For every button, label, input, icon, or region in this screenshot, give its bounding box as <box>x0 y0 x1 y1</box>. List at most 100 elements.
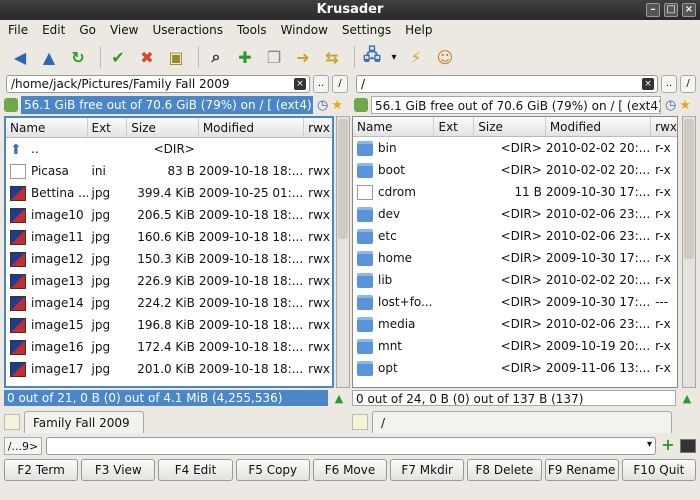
f6-move-button[interactable]: F6 Move <box>312 459 388 481</box>
drive-icon[interactable] <box>4 98 18 112</box>
move-files-icon[interactable]: ➜ <box>291 45 315 69</box>
table-row[interactable]: image12 jpg 150.3 KiB 2009-10-18 18:... rwx <box>6 248 332 270</box>
table-row[interactable]: etc <DIR> 2010-02-06 23:... r-x <box>353 225 677 247</box>
history-icon[interactable]: ◷ <box>665 98 676 113</box>
col-rwx[interactable]: rwx <box>304 118 332 137</box>
folder-icon <box>357 294 373 310</box>
new-tab-icon[interactable] <box>352 414 368 430</box>
table-row[interactable]: image15 jpg 196.8 KiB 2009-10-18 18:... rwx <box>6 314 332 336</box>
f8-delete-button[interactable]: F8 Delete <box>467 459 542 481</box>
left-tab[interactable]: Family Fall 2009 <box>24 411 144 433</box>
left-totals-icon[interactable]: ▲ <box>332 392 346 406</box>
sync-icon[interactable]: ⇆ <box>320 45 344 69</box>
right-tab[interactable]: / <box>372 411 672 433</box>
table-row[interactable]: ⬆.. <DIR> <box>6 138 332 160</box>
left-path-input[interactable]: /home/jack/Pictures/Family Fall 2009 × <box>6 75 310 93</box>
file-name: image14 <box>31 296 84 310</box>
minimize-button[interactable]: – <box>646 3 660 17</box>
col-size[interactable]: Size <box>474 117 546 136</box>
f2-term-button[interactable]: F2 Term <box>4 459 79 481</box>
table-row[interactable]: cdrom 11 B 2009-10-30 17:... r-x <box>353 181 677 203</box>
col-ext[interactable]: Ext <box>434 117 475 136</box>
maximize-button[interactable]: □ <box>664 3 678 17</box>
f9-rename-button[interactable]: F9 Rename <box>544 459 619 481</box>
col-rwx[interactable]: rwx <box>651 117 677 136</box>
menu-edit[interactable]: Edit <box>42 23 65 37</box>
f5-copy-button[interactable]: F5 Copy <box>235 459 310 481</box>
user-icon[interactable]: ☺ <box>433 45 457 69</box>
right-scrollbar[interactable] <box>682 116 696 388</box>
left-history-button[interactable]: .. <box>313 75 329 93</box>
clear-icon[interactable]: × <box>294 78 306 90</box>
menu-help[interactable]: Help <box>405 23 432 37</box>
clipboard-icon[interactable]: ▣ <box>164 45 188 69</box>
terminal-icon[interactable] <box>680 439 696 453</box>
refresh-icon[interactable]: ↻ <box>66 45 90 69</box>
col-name[interactable]: Name <box>6 118 88 137</box>
f4-edit-button[interactable]: F4 Edit <box>158 459 233 481</box>
menu-settings[interactable]: Settings <box>342 23 391 37</box>
menu-go[interactable]: Go <box>79 23 96 37</box>
col-size[interactable]: Size <box>127 118 199 137</box>
f7-mkdir-button[interactable]: F7 Mkdir <box>390 459 465 481</box>
right-history-button[interactable]: .. <box>661 75 677 93</box>
right-file-panel[interactable]: Name Ext Size Modified rwx bin <DIR> 2010-… <box>352 116 678 388</box>
image-file-icon <box>10 229 26 245</box>
add-icon[interactable]: + <box>660 437 676 454</box>
clear-icon[interactable]: × <box>642 78 654 90</box>
bookmark-icon[interactable]: ★ <box>331 98 343 113</box>
table-row[interactable]: home <DIR> 2009-10-30 17:... r-x <box>353 247 677 269</box>
back-icon[interactable]: ◀ <box>8 45 32 69</box>
table-row[interactable]: boot <DIR> 2010-02-02 20:... r-x <box>353 159 677 181</box>
find-icon[interactable]: ⌕ <box>204 45 228 69</box>
menu-window[interactable]: Window <box>281 23 328 37</box>
menu-tools[interactable]: Tools <box>237 23 267 37</box>
right-path-input[interactable]: / × <box>356 75 658 93</box>
new-file-icon[interactable]: ✚ <box>233 45 257 69</box>
table-row[interactable]: image17 jpg 201.0 KiB 2009-10-18 18:... rwx <box>6 358 332 380</box>
menu-view[interactable]: View <box>110 23 138 37</box>
copy-files-icon[interactable]: ❐ <box>262 45 286 69</box>
chevron-down-icon[interactable]: ▾ <box>647 439 652 450</box>
table-row[interactable]: image16 jpg 172.4 KiB 2009-10-18 18:... rwx <box>6 336 332 358</box>
connect-icon[interactable]: 🖧 <box>360 45 384 69</box>
close-button[interactable]: × <box>682 3 696 17</box>
table-row[interactable]: mnt <DIR> 2009-10-19 20:... r-x <box>353 335 677 357</box>
table-row[interactable]: lost+fo... <DIR> 2009-10-30 17:... --- <box>353 291 677 313</box>
menu-file[interactable]: File <box>8 23 28 37</box>
new-tab-icon[interactable] <box>4 414 20 430</box>
table-row[interactable]: Picasa ini 83 B 2009-10-18 18:... rwx <box>6 160 332 182</box>
file-permissions: rwx <box>308 252 331 266</box>
up-icon[interactable]: ▲ <box>37 45 61 69</box>
table-row[interactable]: opt <DIR> 2009-11-06 13:... r-x <box>353 357 677 379</box>
drive-icon[interactable] <box>354 98 368 112</box>
table-row[interactable]: dev <DIR> 2010-02-06 23:... r-x <box>353 203 677 225</box>
col-name[interactable]: Name <box>353 117 435 136</box>
col-modified[interactable]: Modified <box>199 118 305 137</box>
col-modified[interactable]: Modified <box>546 117 652 136</box>
command-line-input[interactable]: ▾ <box>46 437 656 455</box>
bookmark-icon[interactable]: ★ <box>679 98 691 113</box>
right-root-button[interactable]: / <box>680 75 696 93</box>
table-row[interactable]: bin <DIR> 2010-02-02 20:... r-x <box>353 137 677 159</box>
select-icon[interactable]: ✔ <box>106 45 130 69</box>
table-row[interactable]: Bettina ... jpg 399.4 KiB 2009-10-25 01:...… <box>6 182 332 204</box>
f3-view-button[interactable]: F3 View <box>81 459 156 481</box>
dropdown-icon[interactable]: ▾ <box>389 45 399 69</box>
table-row[interactable]: media <DIR> 2010-02-06 23:... r-x <box>353 313 677 335</box>
lightning-icon[interactable]: ⚡ <box>404 45 428 69</box>
left-root-button[interactable]: / <box>332 75 348 93</box>
table-row[interactable]: image10 jpg 206.5 KiB 2009-10-18 18:... rwx <box>6 204 332 226</box>
table-row[interactable]: lib <DIR> 2010-02-02 20:... r-x <box>353 269 677 291</box>
table-row[interactable]: image13 jpg 226.9 KiB 2009-10-18 18:... rwx <box>6 270 332 292</box>
left-file-panel[interactable]: Name Ext Size Modified rwx ⬆.. <DIR> Picas… <box>4 116 334 388</box>
history-icon[interactable]: ◷ <box>317 98 328 113</box>
left-scrollbar[interactable] <box>336 116 350 388</box>
table-row[interactable]: image11 jpg 160.6 KiB 2009-10-18 18:... rwx <box>6 226 332 248</box>
f10-quit-button[interactable]: F10 Quit <box>621 459 696 481</box>
table-row[interactable]: image14 jpg 224.2 KiB 2009-10-18 18:... rwx <box>6 292 332 314</box>
menu-useractions[interactable]: Useractions <box>152 23 223 37</box>
col-ext[interactable]: Ext <box>88 118 128 137</box>
cancel-icon[interactable]: ✖ <box>135 45 159 69</box>
right-totals-icon[interactable]: ▲ <box>680 392 694 406</box>
